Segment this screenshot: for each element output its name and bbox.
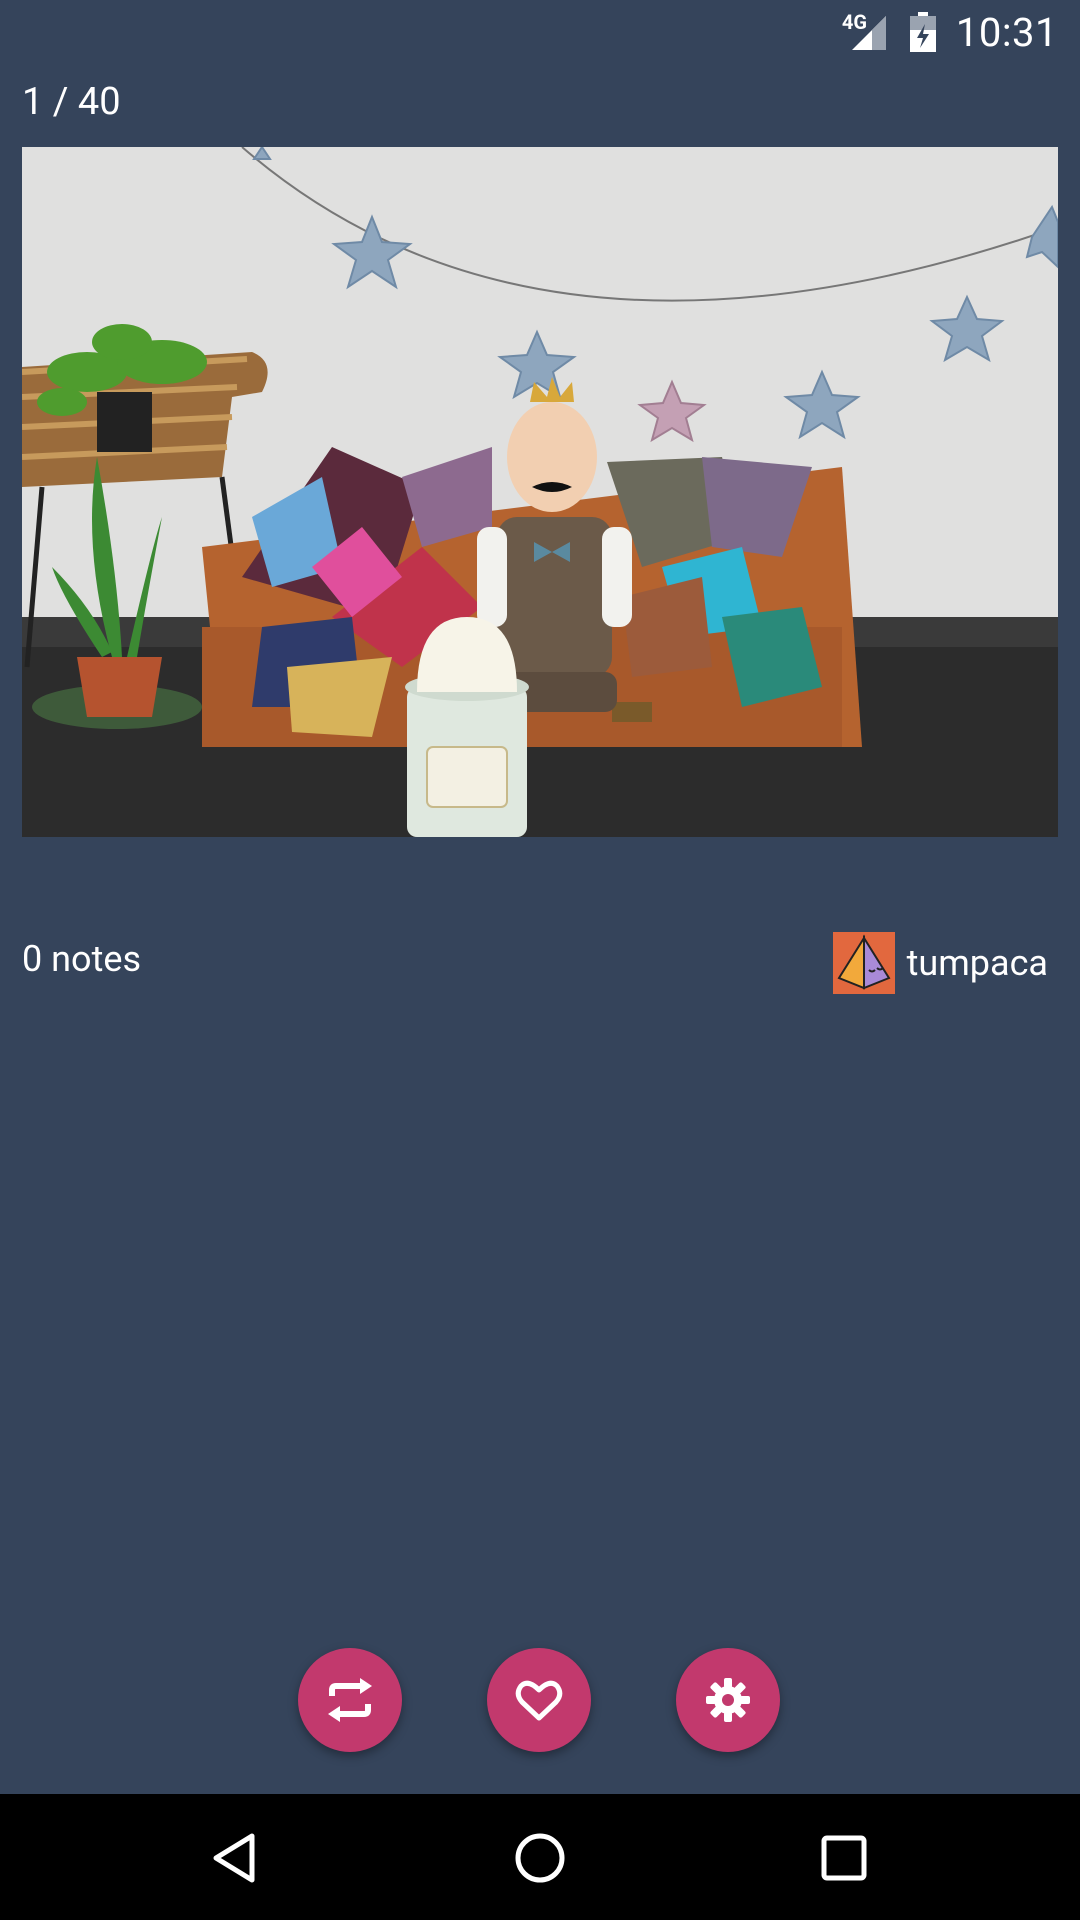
reblog-button[interactable] xyxy=(298,1648,402,1752)
settings-button[interactable] xyxy=(676,1648,780,1752)
battery-charging-icon xyxy=(909,12,936,52)
network-type-label: 4G xyxy=(841,10,867,34)
gear-icon xyxy=(706,1678,750,1722)
like-button[interactable] xyxy=(487,1648,591,1752)
reblog-icon xyxy=(328,1678,372,1722)
page-counter: 1 / 40 xyxy=(22,80,121,124)
status-time: 10:31 xyxy=(955,8,1058,56)
status-bar: 4G 10:31 xyxy=(0,0,1080,64)
back-triangle-icon[interactable] xyxy=(208,1830,264,1886)
cell-signal-icon: 4G xyxy=(841,10,890,52)
author[interactable]: tumpaca xyxy=(832,932,1048,994)
author-name[interactable]: tumpaca xyxy=(907,942,1048,984)
notes-count[interactable]: 0 notes xyxy=(22,938,141,980)
post-photo[interactable] xyxy=(22,147,1058,837)
navigation-bar xyxy=(0,1794,1080,1920)
home-circle-icon[interactable] xyxy=(512,1830,568,1886)
heart-icon xyxy=(515,1680,563,1721)
pyramid-avatar-icon[interactable] xyxy=(832,932,895,994)
recents-square-icon[interactable] xyxy=(816,1830,872,1886)
